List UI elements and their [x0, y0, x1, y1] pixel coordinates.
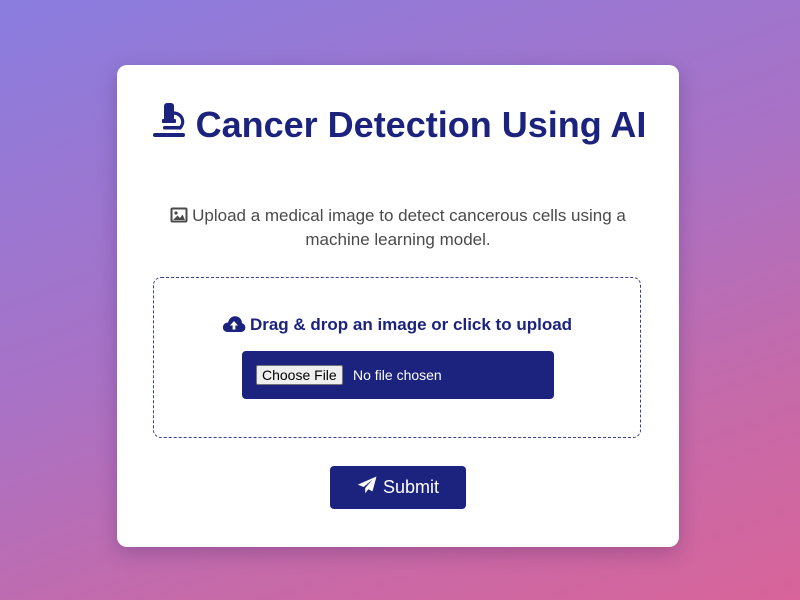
choose-file-button[interactable]: Choose File	[256, 365, 343, 385]
description-text: Upload a medical image to detect cancero…	[147, 205, 649, 251]
page-title: Cancer Detection Using AI	[117, 101, 679, 148]
dropzone-label: Drag & drop an image or click to upload	[154, 314, 640, 339]
upload-dropzone[interactable]: Drag & drop an image or click to upload …	[153, 277, 641, 438]
dropzone-text: Drag & drop an image or click to upload	[249, 315, 573, 334]
upload-card: Cancer Detection Using AI Upload a medic…	[117, 65, 679, 547]
description-label: Upload a medical image to detect cancero…	[192, 206, 626, 249]
file-input[interactable]: Choose File No file chosen	[242, 351, 554, 399]
cloud-upload-icon	[222, 315, 246, 339]
file-status-text: No file chosen	[353, 367, 442, 383]
submit-button[interactable]: Submit	[330, 466, 466, 509]
submit-label: Submit	[382, 477, 440, 497]
microscope-icon	[150, 101, 188, 148]
paper-plane-icon	[357, 476, 377, 499]
image-icon	[170, 207, 188, 229]
page-title-text: Cancer Detection Using AI	[195, 104, 647, 145]
